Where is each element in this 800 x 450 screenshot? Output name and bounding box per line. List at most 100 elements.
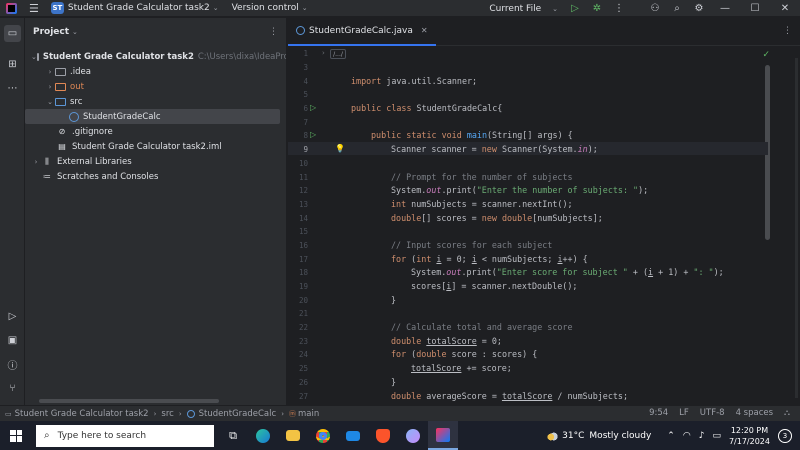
more-actions-icon[interactable]: ⋮ <box>608 3 630 14</box>
collapse-arrow-icon[interactable]: › <box>31 158 41 166</box>
terminal-tool-icon[interactable]: ▣ <box>4 332 21 349</box>
tree-item-project-root[interactable]: ⌄ Student Grade Calculator task2 C:\User… <box>25 49 286 64</box>
run-class-icon[interactable]: ▷ <box>310 103 316 112</box>
clock[interactable]: 12:20 PM 7/17/2024 <box>729 425 770 447</box>
code-line-26[interactable]: } <box>391 377 396 387</box>
code-line-11[interactable]: // Prompt for the number of subjects <box>391 172 573 182</box>
tree-item-src[interactable]: ⌄ src <box>25 94 286 109</box>
intellij-taskbar-icon[interactable] <box>428 421 458 450</box>
run-icon[interactable]: ▷ <box>564 3 586 14</box>
search-icon[interactable]: ⌕ <box>666 3 688 14</box>
more-tools-icon[interactable]: ⋯ <box>4 80 21 97</box>
maximize-icon[interactable]: ☐ <box>740 3 770 14</box>
add-user-icon[interactable]: ⚇ <box>644 3 666 14</box>
indent-setting[interactable]: 4 spaces <box>736 408 773 418</box>
code-line-24[interactable]: for (double score : scores) { <box>391 349 537 359</box>
caret-position[interactable]: 9:54 <box>649 408 668 418</box>
network-icon[interactable]: ◠ <box>683 431 691 441</box>
chevron-down-icon[interactable]: ⌄ <box>213 4 219 12</box>
code-line-8[interactable]: public static void main(String[] args) { <box>371 130 573 140</box>
code-line-6[interactable]: public class StudentGradeCalc{ <box>351 103 502 113</box>
tree-item-out[interactable]: › out <box>25 79 286 94</box>
chrome-browser-icon[interactable] <box>308 421 338 450</box>
settings-gear-icon[interactable]: ⚙ <box>688 3 710 14</box>
breadcrumb-item-src[interactable]: src <box>161 409 173 419</box>
file-encoding[interactable]: UTF-8 <box>700 408 725 418</box>
breadcrumb-item-class[interactable]: StudentGradeCalc <box>199 409 277 419</box>
version-control-dropdown[interactable]: Version control <box>232 3 299 13</box>
close-icon[interactable]: ✕ <box>770 3 800 14</box>
run-tool-icon[interactable]: ▷ <box>4 308 21 325</box>
code-line-16[interactable]: // Input scores for each subject <box>391 240 552 250</box>
project-badge[interactable]: ST <box>50 2 64 14</box>
line-separator[interactable]: LF <box>679 408 689 418</box>
code-line-14[interactable]: double[] scores = new double[numSubjects… <box>391 213 603 223</box>
breadcrumb-item-method[interactable]: main <box>298 409 319 419</box>
collapse-arrow-icon[interactable]: › <box>45 83 55 91</box>
code-line-23[interactable]: double totalScore = 0; <box>391 336 502 346</box>
tree-item-idea[interactable]: › .idea <box>25 64 286 79</box>
run-main-icon[interactable]: ▷ <box>310 130 316 139</box>
expand-arrow-icon[interactable]: ⌄ <box>31 53 37 61</box>
windows-start-icon[interactable] <box>10 429 22 442</box>
weather-widget[interactable]: 31°C Mostly cloudy <box>546 430 651 441</box>
method-icon: ⓜ <box>289 409 296 418</box>
code-line-22[interactable]: // Calculate total and average score <box>391 322 573 332</box>
taskbar-search-box[interactable]: ⌕ Type here to search <box>36 424 214 447</box>
run-config-dropdown[interactable]: Current File <box>489 4 541 14</box>
tree-item-gitignore[interactable]: ⊘ .gitignore <box>25 124 286 139</box>
horizontal-scrollbar[interactable] <box>39 399 219 403</box>
panel-options-icon[interactable]: ⋮ <box>269 27 278 37</box>
code-line-18[interactable]: System.out.print("Enter score for subjec… <box>411 267 724 277</box>
expand-arrow-icon[interactable]: ⌄ <box>45 98 55 106</box>
file-explorer-icon[interactable] <box>278 421 308 450</box>
main-menu-icon[interactable]: ☰ <box>29 2 39 15</box>
code-line-9[interactable]: Scanner scanner = new Scanner(System.in)… <box>391 144 598 154</box>
debug-icon[interactable]: ✲ <box>586 3 608 14</box>
close-tab-icon[interactable]: ✕ <box>421 26 428 35</box>
tab-options-icon[interactable]: ⋮ <box>783 26 792 36</box>
code-line-19[interactable]: scores[i] = scanner.nextDouble(); <box>411 281 577 291</box>
brave-browser-icon[interactable] <box>368 421 398 450</box>
tree-item-scratches[interactable]: ≔ Scratches and Consoles <box>25 169 286 184</box>
chevron-down-icon[interactable]: ⌄ <box>302 4 308 12</box>
tree-item-iml[interactable]: ▤ Student Grade Calculator task2.iml <box>25 139 286 154</box>
tree-item-external-libraries[interactable]: › ⫼ External Libraries <box>25 154 286 169</box>
readonly-lock-icon[interactable]: ⛬ <box>784 408 790 418</box>
tree-item-studentgradecalc[interactable]: StudentGradeCalc <box>25 109 280 124</box>
problems-tool-icon[interactable]: ⓘ <box>4 356 21 373</box>
line-number: 21 <box>298 309 308 318</box>
copilot-icon[interactable] <box>398 421 428 450</box>
tree-item-label: StudentGradeCalc <box>83 111 161 122</box>
fold-arrow-icon[interactable]: › <box>322 49 325 57</box>
task-view-icon[interactable]: ⧉ <box>218 421 248 450</box>
code-line-4[interactable]: import java.util.Scanner; <box>351 76 477 86</box>
intention-bulb-icon[interactable]: 💡 <box>335 144 345 153</box>
git-tool-icon[interactable]: ⑂ <box>4 380 21 397</box>
project-panel-header[interactable]: Project ⌄ <box>25 18 286 46</box>
battery-icon[interactable]: ▭ <box>712 431 721 441</box>
code-line-17[interactable]: for (int i = 0; i < numSubjects; i++) { <box>391 254 588 264</box>
structure-tool-icon[interactable]: ⊞ <box>4 56 21 73</box>
edge-browser-icon[interactable] <box>248 421 278 450</box>
mail-icon[interactable] <box>338 421 368 450</box>
collapse-arrow-icon[interactable]: › <box>45 68 55 76</box>
code-line-20[interactable]: } <box>391 295 396 305</box>
minimize-icon[interactable]: — <box>710 3 740 14</box>
code-line-13[interactable]: int numSubjects = scanner.nextInt(); <box>391 199 573 209</box>
chevron-down-icon[interactable]: ⌄ <box>552 5 558 13</box>
show-hidden-icons-icon[interactable]: ⌃ <box>667 431 675 441</box>
tab-studentgradecalc[interactable]: StudentGradeCalc.java ✕ <box>288 18 436 46</box>
project-tool-icon[interactable]: ▭ <box>4 25 21 42</box>
folded-imports[interactable]: /.../ <box>330 49 346 59</box>
breadcrumb-item-project[interactable]: Student Grade Calculator task2 <box>15 409 149 419</box>
no-problems-check-icon[interactable]: ✓ <box>762 50 770 60</box>
chevron-down-icon[interactable]: ⌄ <box>72 28 78 36</box>
clock-time: 12:20 PM <box>730 425 769 435</box>
notification-center-icon[interactable]: 3 <box>778 428 792 443</box>
volume-icon[interactable]: ♪ <box>699 431 705 441</box>
code-line-27[interactable]: double averageScore = totalScore / numSu… <box>391 391 628 401</box>
code-line-12[interactable]: System.out.print("Enter the number of su… <box>391 185 648 195</box>
code-line-25[interactable]: totalScore += score; <box>411 363 512 373</box>
project-name-dropdown[interactable]: Student Grade Calculator task2 <box>68 3 210 13</box>
